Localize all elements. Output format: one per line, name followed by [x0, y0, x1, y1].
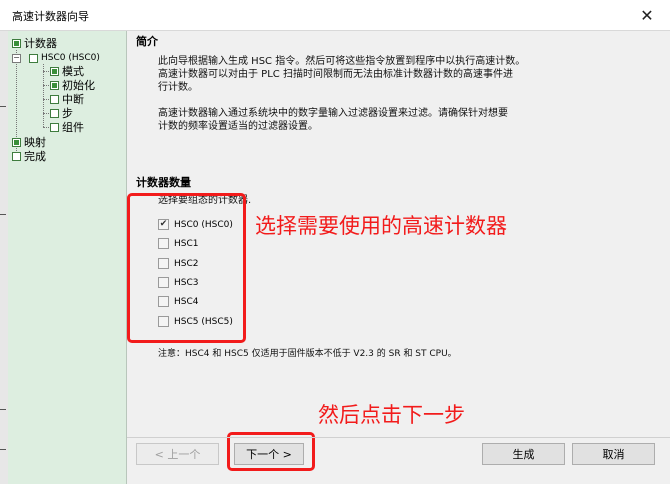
intro-title: 简介 [136, 35, 158, 48]
button-separator [127, 437, 670, 438]
counter-section-title: 计数器数量 [136, 176, 191, 189]
checked-icon [12, 39, 21, 48]
tree-connector [43, 85, 49, 86]
cancel-button[interactable]: 取消 [572, 443, 655, 465]
tree-item-step[interactable]: 步 [50, 107, 73, 120]
unchecked-icon [50, 109, 59, 118]
tree-item-mode[interactable]: 模式 [50, 65, 84, 78]
tree-item-label: 模式 [62, 65, 84, 78]
tree-item-label: 计数器 [24, 37, 57, 50]
next-button[interactable]: 下一个 > [234, 443, 304, 465]
tree-item-init[interactable]: 初始化 [50, 79, 95, 92]
annotation-next-text: 然后点击下一步 [318, 403, 465, 427]
nav-tree: 计数器 − HSC0 (HSC0) 模式 初始化 中断 步 组件 映射 完成 [8, 31, 127, 484]
tree-connector [43, 127, 49, 128]
tree-item-label: 完成 [24, 150, 46, 163]
tree-connector [43, 71, 49, 72]
checked-icon [12, 138, 21, 147]
firmware-note: 注意：HSC4 和 HSC5 仅适用于固件版本不低于 V2.3 的 SR 和 S… [158, 349, 457, 359]
edge-mark [0, 214, 6, 215]
tree-item-label: 初始化 [62, 79, 95, 92]
tree-connector [43, 64, 44, 127]
unchecked-icon [50, 123, 59, 132]
tree-item-hsc0[interactable]: − HSC0 (HSC0) [12, 52, 100, 65]
tree-item-label: HSC0 (HSC0) [41, 53, 100, 63]
finish-button[interactable]: 生成 [482, 443, 565, 465]
edge-mark [0, 409, 6, 410]
intro-line-1: 此向导根据输入生成 HSC 指令。然后可将这些指令放置到程序中以执行高速计数。 [158, 56, 526, 67]
tree-item-label: 组件 [62, 121, 84, 134]
tree-connector [43, 99, 49, 100]
background-edge [0, 31, 8, 484]
tree-item-label: 映射 [24, 136, 46, 149]
intro-line-2: 高速计数器可以对由于 PLC 扫描时间限制而无法由标准计数器计数的高速事件进 [158, 69, 513, 80]
window-title: 高速计数器向导 [12, 10, 89, 23]
annotation-select-text: 选择需要使用的高速计数器 [255, 214, 507, 238]
tree-item-mapping[interactable]: 映射 [12, 136, 46, 149]
unchecked-icon [50, 95, 59, 104]
tree-item-label: 步 [62, 107, 73, 120]
unchecked-icon [29, 54, 38, 63]
intro-line-3: 行计数。 [158, 82, 198, 93]
edge-mark [0, 449, 6, 450]
tree-item-label: 中断 [62, 93, 84, 106]
intro-line-4: 高速计数器输入通过系统块中的数字量输入过滤器设置来过滤。请确保针对想要 [158, 108, 508, 119]
collapse-icon[interactable]: − [12, 54, 21, 63]
prev-button[interactable]: < 上一个 [136, 443, 219, 465]
intro-line-5: 计数的频率设置适当的过滤器设置。 [158, 121, 318, 132]
tree-item-complete[interactable]: 完成 [12, 150, 46, 163]
close-icon[interactable]: ✕ [636, 4, 658, 26]
unchecked-icon [12, 152, 21, 161]
tree-item-interrupt[interactable]: 中断 [50, 93, 84, 106]
tree-connector [43, 113, 49, 114]
tree-item-component[interactable]: 组件 [50, 121, 84, 134]
wizard-window: 高速计数器向导 ✕ 计数器 − HSC0 (HSC0) 模式 初始化 中断 步 … [0, 0, 670, 484]
annotation-box-counters [127, 193, 246, 343]
edge-mark [0, 106, 6, 107]
tree-item-counter[interactable]: 计数器 [12, 37, 57, 50]
checked-icon [50, 81, 59, 90]
checked-icon [50, 67, 59, 76]
title-bar: 高速计数器向导 ✕ [0, 0, 670, 31]
